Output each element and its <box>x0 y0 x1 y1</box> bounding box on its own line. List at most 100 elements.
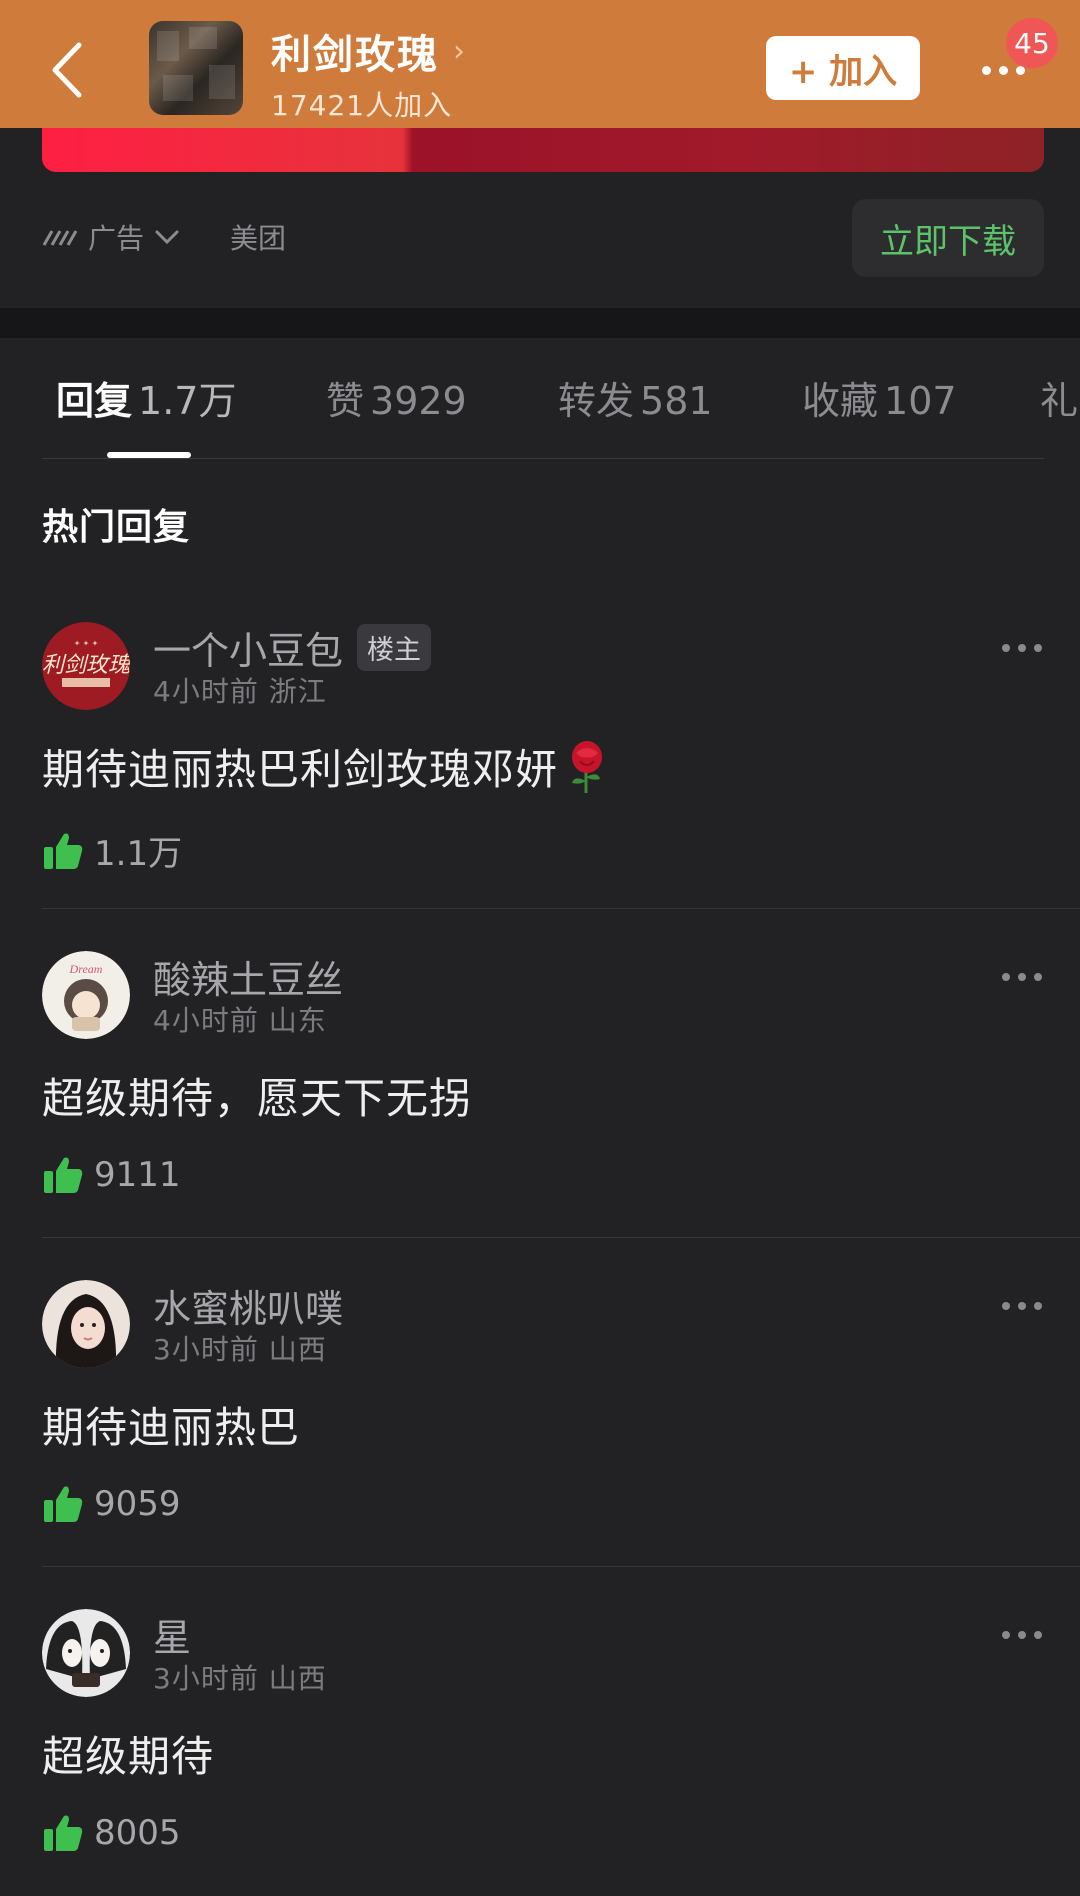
download-button[interactable]: 立即下载 <box>852 199 1044 277</box>
comment-location: 山东 <box>268 1004 327 1037</box>
user-avatar-image: Dream <box>42 951 130 1039</box>
comment-time: 4小时前 <box>153 1004 259 1037</box>
comment-meta: 3小时前 山西 <box>153 1657 327 1697</box>
like-count: 8005 <box>94 1813 181 1853</box>
comment-more-button[interactable] <box>1002 1302 1042 1310</box>
comment-text: 超级期待，愿天下无拐 <box>42 1074 473 1123</box>
notification-badge: 45 <box>1006 18 1058 68</box>
thumbs-up-icon <box>44 1486 83 1522</box>
comment-text: 期待迪丽热巴 <box>42 1403 301 1452</box>
tab-label: 礼 <box>1040 379 1079 423</box>
tab-favorites[interactable]: 收藏 107 <box>802 370 957 425</box>
comment-time: 4小时前 <box>153 675 259 708</box>
comment-content: 超级期待 <box>42 1723 214 1784</box>
comment-more-button[interactable] <box>1002 973 1042 981</box>
comment-content: 期待迪丽热巴利剑玫瑰邓妍 <box>42 736 610 797</box>
tab-gifts[interactable]: 礼 <box>1040 370 1080 425</box>
more-dot-icon <box>1002 644 1010 652</box>
group-title-block[interactable]: 利剑玫瑰 › 17421人加入 <box>271 22 467 124</box>
like-count: 9059 <box>94 1484 181 1524</box>
username[interactable]: 一个小豆包 <box>153 620 343 675</box>
more-dot-icon <box>1018 1631 1026 1639</box>
more-dot-icon <box>1002 973 1010 981</box>
more-dot-icon <box>1034 1631 1042 1639</box>
more-dot-icon <box>1018 973 1026 981</box>
name-row: 水蜜桃叭噗 <box>153 1278 343 1333</box>
like-button[interactable]: 9111 <box>42 1155 181 1195</box>
username[interactable]: 星 <box>153 1607 191 1662</box>
thumbs-up-icon <box>44 1157 83 1193</box>
more-dot-icon <box>1002 1631 1010 1639</box>
like-count: 1.1万 <box>94 834 183 874</box>
more-dot-icon <box>1002 1302 1010 1310</box>
comment-content: 期待迪丽热巴 <box>42 1394 300 1455</box>
comment-meta: 3小时前 山西 <box>153 1328 327 1368</box>
post-detail-page: 利剑玫瑰 › 17421人加入 + 加入 45 广告 美团 立即下载 回复 1.7… <box>0 0 1080 1896</box>
comment-text: 期待迪丽热巴利剑玫瑰邓妍 <box>42 745 559 794</box>
tab-label: 转发 <box>558 379 635 423</box>
comment-meta: 4小时前 浙江 <box>153 670 327 710</box>
comment-text: 超级期待 <box>42 1732 215 1781</box>
group-header: 利剑玫瑰 › 17421人加入 + 加入 45 <box>0 0 1080 128</box>
like-button[interactable]: 9059 <box>42 1484 181 1524</box>
svg-text:✦ ✦ ✦: ✦ ✦ ✦ <box>74 639 99 648</box>
tab-replies[interactable]: 回复 1.7万 <box>56 370 236 425</box>
tab-count: 581 <box>640 379 713 423</box>
join-button[interactable]: + 加入 <box>766 36 920 100</box>
avatar[interactable]: Dream <box>42 951 130 1039</box>
user-avatar-image <box>42 1609 130 1697</box>
username[interactable]: 水蜜桃叭噗 <box>153 1278 343 1333</box>
back-button[interactable] <box>36 30 96 110</box>
more-dot-icon <box>1034 973 1042 981</box>
more-dot-icon <box>1034 644 1042 652</box>
avatar[interactable]: 利剑玫瑰 ✦ ✦ ✦ <box>42 622 130 710</box>
more-dot-icon <box>1018 1302 1026 1310</box>
group-name[interactable]: 利剑玫瑰 › <box>271 22 467 80</box>
avatar[interactable] <box>42 1609 130 1697</box>
thumbs-up-icon <box>44 1815 83 1851</box>
group-avatar[interactable] <box>149 21 243 115</box>
comment-time: 3小时前 <box>153 1333 259 1366</box>
tab-count: 1.7万 <box>138 379 237 423</box>
comment-location: 山西 <box>268 1333 327 1366</box>
comment-more-button[interactable] <box>1002 644 1042 652</box>
user-avatar-image: 利剑玫瑰 ✦ ✦ ✦ <box>42 622 130 710</box>
comment-divider <box>42 908 1080 909</box>
tab-label: 回复 <box>56 379 133 423</box>
group-name-text: 利剑玫瑰 <box>271 32 439 78</box>
thumbs-up-icon <box>44 833 83 869</box>
chevron-down-icon[interactable] <box>154 228 180 246</box>
like-count: 9111 <box>94 1155 181 1195</box>
tab-label: 收藏 <box>802 379 879 423</box>
comment-content: 超级期待，愿天下无拐 <box>42 1065 472 1126</box>
tab-label: 赞 <box>326 379 365 423</box>
username[interactable]: 酸辣土豆丝 <box>153 949 343 1004</box>
comment-more-button[interactable] <box>1002 1631 1042 1639</box>
member-count: 17421人加入 <box>271 89 453 122</box>
owner-badge: 楼主 <box>357 624 432 671</box>
like-button[interactable]: 8005 <box>42 1813 181 1853</box>
tab-count: 3929 <box>370 379 467 423</box>
tab-count: 107 <box>884 379 957 423</box>
more-dot-icon <box>981 65 991 75</box>
tabs-divider <box>42 458 1044 459</box>
svg-text:Dream: Dream <box>69 962 103 976</box>
comment-meta: 4小时前 山东 <box>153 999 327 1039</box>
advertiser-name: 美团 <box>230 222 287 255</box>
more-dot-icon <box>1018 644 1026 652</box>
reaction-tabs: 回复 1.7万 赞 3929 转发 581 收藏 107 礼 <box>0 338 1080 460</box>
comment-time: 3小时前 <box>153 1662 259 1695</box>
ad-tag-label[interactable]: 广告 <box>88 217 144 257</box>
avatar[interactable] <box>42 1280 130 1368</box>
comment-location: 山西 <box>268 1662 327 1695</box>
like-button[interactable]: 1.1万 <box>42 826 182 875</box>
comment-divider <box>42 1237 1080 1238</box>
more-dot-icon <box>1034 1302 1042 1310</box>
name-row: 酸辣土豆丝 <box>153 949 343 1004</box>
section-divider <box>0 308 1080 338</box>
name-row: 星 <box>153 1607 191 1662</box>
tab-reposts[interactable]: 转发 581 <box>558 370 713 425</box>
tab-likes[interactable]: 赞 3929 <box>326 370 467 425</box>
more-dot-icon <box>998 65 1008 75</box>
comment-divider <box>42 1566 1080 1567</box>
